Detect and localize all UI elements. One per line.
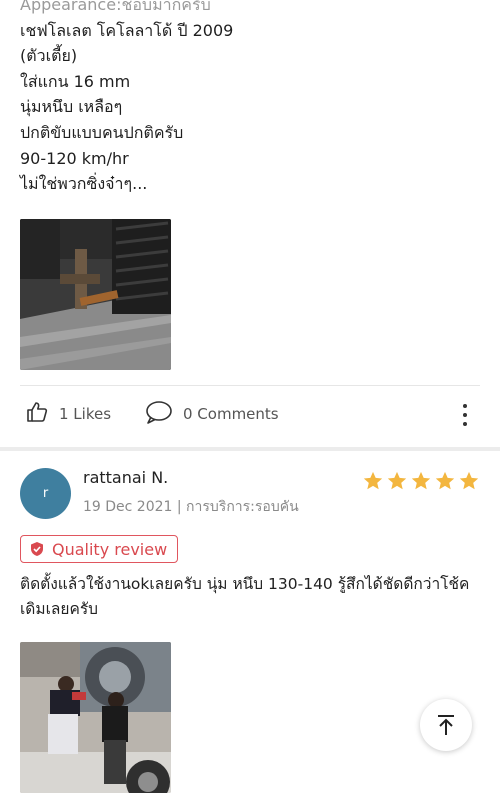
arrow-up-to-top-icon: [438, 715, 454, 735]
previous-review-text: Appearance:ชอบมากครับ เชฟโลเลต โคโลลาโด้…: [20, 0, 460, 197]
review-photo-suspension[interactable]: [20, 219, 171, 370]
star-icon: [411, 471, 431, 490]
speech-bubble-icon: [145, 400, 173, 428]
review-text-line: เชฟโลเลต โคโลลาโด้ ปี 2009: [20, 20, 234, 40]
shield-check-icon: [31, 542, 43, 556]
star-icon: [387, 471, 407, 490]
review-text-line: ปกติขับแบบคนปกติครับ: [20, 122, 184, 142]
divider: [20, 385, 480, 386]
star-icon: [459, 471, 479, 490]
review-date-service: 19 Dec 2021 | การบริการ:รอบคัน: [83, 499, 299, 515]
star-icon: [435, 471, 455, 490]
review-text-line: 90-120 km/hr: [20, 148, 129, 168]
reviewer-name: rattanai N.: [83, 468, 169, 487]
like-button[interactable]: 1 Likes: [25, 400, 111, 428]
review-text-line: Appearance:ชอบมากครับ: [20, 0, 211, 14]
review-text-line: ไม่ใช่พวกซิ่งจ๋าๆ...: [20, 174, 148, 194]
likes-count: 1 Likes: [59, 405, 112, 423]
star-icon: [363, 471, 383, 490]
comments-button[interactable]: 0 Comments: [145, 400, 279, 428]
avatar[interactable]: r: [20, 468, 71, 519]
section-divider: [0, 447, 500, 451]
thumbs-up-icon: [25, 400, 49, 428]
review-action-bar: 1 Likes 0 Comments: [0, 394, 500, 434]
scroll-to-top-button[interactable]: [420, 699, 472, 751]
kebab-menu-icon[interactable]: [458, 402, 472, 428]
review-photo-installation[interactable]: [20, 642, 171, 793]
review-text-line: ใส่แกน 16 mm: [20, 71, 131, 91]
review-text-line: (ตัวเตี้ย): [20, 46, 78, 66]
review-comment: ติดตั้งแล้วใช้งานokเลยครับ นุ่ม หนึบ 130…: [20, 575, 470, 618]
star-rating: [362, 470, 480, 492]
comments-count: 0 Comments: [183, 405, 279, 423]
quality-review-badge: Quality review: [20, 535, 179, 563]
review-text-line: นุ่มหนึบ เหลือๆ: [20, 97, 123, 117]
badge-label: Quality review: [52, 539, 168, 559]
